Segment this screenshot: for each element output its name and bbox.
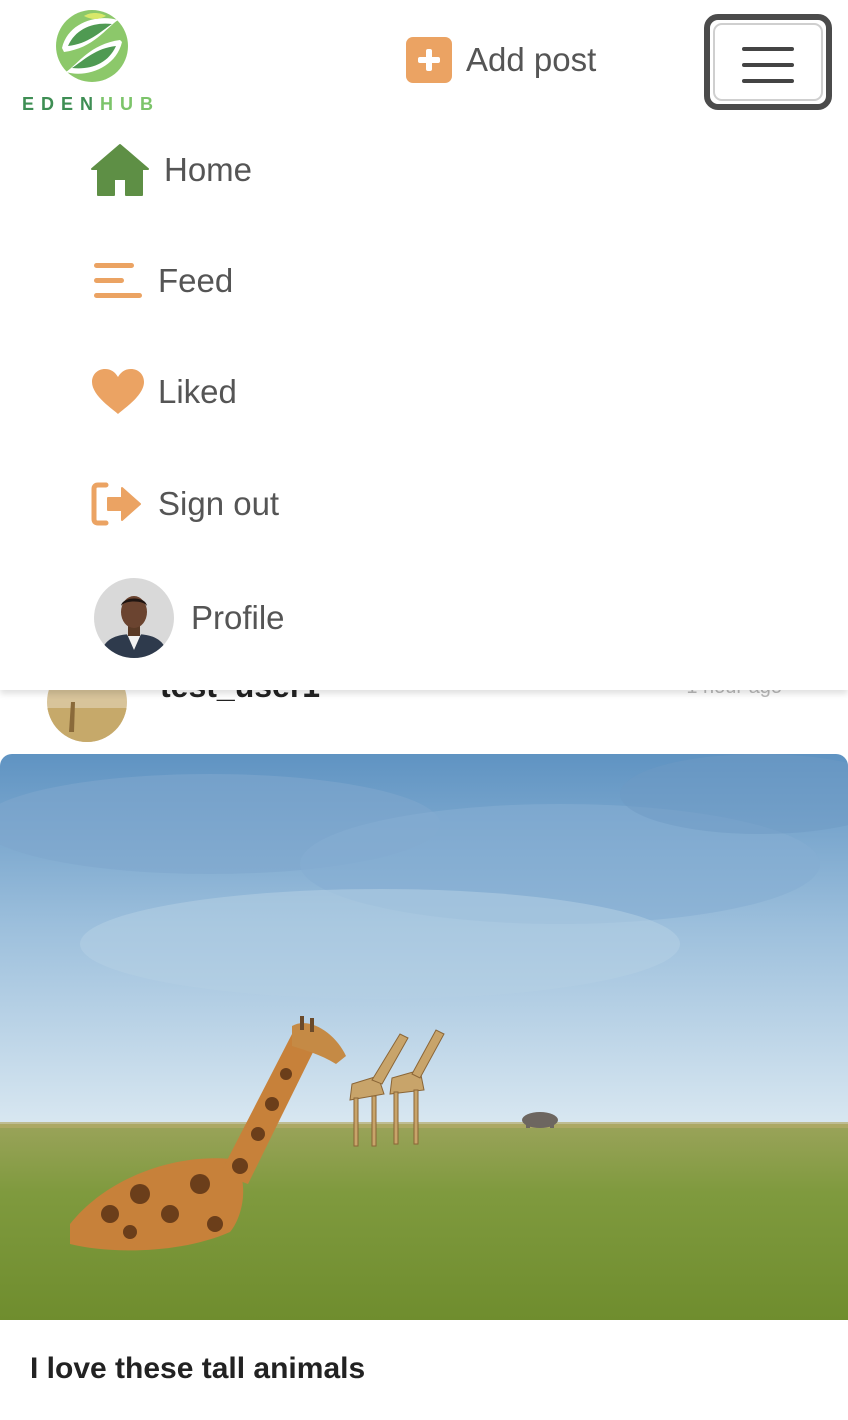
hamburger-icon: [742, 47, 794, 95]
edenhub-logo[interactable]: EDENHUB: [22, 8, 172, 118]
logo-text-eden: EDEN: [22, 94, 101, 114]
nav-item-sign-out-label: Sign out: [158, 485, 280, 522]
logo-text-hub: HUB: [100, 94, 161, 114]
leaf-logo-icon: [56, 10, 128, 82]
post-caption: I love these tall animals: [30, 1352, 366, 1385]
logo-wordmark: EDENHUB: [22, 94, 172, 115]
nav-item-home[interactable]: Home: [90, 140, 252, 200]
home-icon: [91, 144, 149, 196]
feed-lines-icon: [94, 263, 142, 298]
nav-item-sign-out[interactable]: Sign out: [90, 474, 279, 534]
sign-out-icon: [91, 482, 141, 526]
add-post-button[interactable]: Add post: [406, 36, 596, 84]
nav-item-home-label: Home: [164, 151, 253, 188]
nav-item-profile-label: Profile: [191, 599, 285, 636]
post-image[interactable]: [0, 754, 848, 1320]
nav-item-feed-label: Feed: [158, 262, 234, 299]
top-header: EDENHUB Add post: [0, 0, 848, 130]
giraffe-savanna-image: [0, 754, 848, 1320]
plus-square-icon: [406, 37, 452, 83]
nav-dropdown: Home Feed Liked Sign out Profile: [0, 118, 848, 690]
nav-item-liked[interactable]: Liked: [90, 362, 237, 422]
add-post-label: Add post: [466, 41, 597, 78]
nav-item-feed[interactable]: Feed: [90, 251, 233, 311]
avatar: [94, 578, 174, 658]
menu-toggle-button[interactable]: [704, 14, 832, 110]
nav-item-liked-label: Liked: [158, 373, 237, 410]
nav-item-profile[interactable]: Profile: [94, 576, 285, 660]
heart-icon: [92, 369, 144, 414]
